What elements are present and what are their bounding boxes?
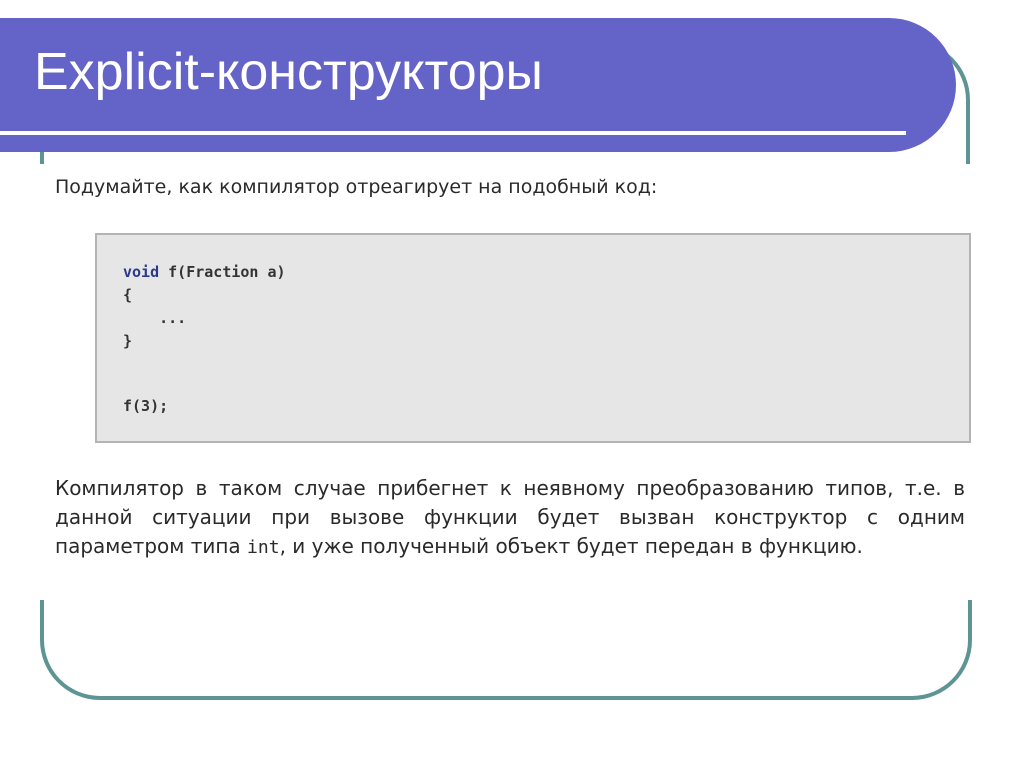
code-blank-gap — [123, 353, 286, 395]
paragraph-code-word: int — [247, 537, 280, 558]
code-line-1-rest: f(Fraction a) — [159, 263, 286, 281]
explanation-paragraph: Компилятор в таком случае прибегнет к не… — [55, 474, 965, 562]
slide-title: Explicit-конструкторы — [34, 43, 543, 101]
code-keyword: void — [123, 263, 160, 281]
code-line-3: ... — [123, 309, 187, 327]
slide-frame-bottom — [40, 600, 972, 700]
paragraph-part-2: , и уже полученный объект будет передан … — [279, 534, 863, 558]
code-line-5: f(3); — [123, 397, 169, 415]
code-listing: void f(Fraction a) { ...} f(3); — [123, 261, 286, 418]
code-line-1: void f(Fraction a) — [123, 261, 286, 284]
code-line-4: } — [123, 332, 133, 350]
intro-text: Подумайте, как компилятор отреагирует на… — [55, 176, 658, 198]
slide: Explicit-конструкторы Подумайте, как ком… — [0, 0, 1024, 768]
code-line-2: { — [123, 286, 133, 304]
code-block: void f(Fraction a) { ...} f(3); — [95, 233, 971, 443]
title-underline — [0, 131, 906, 135]
